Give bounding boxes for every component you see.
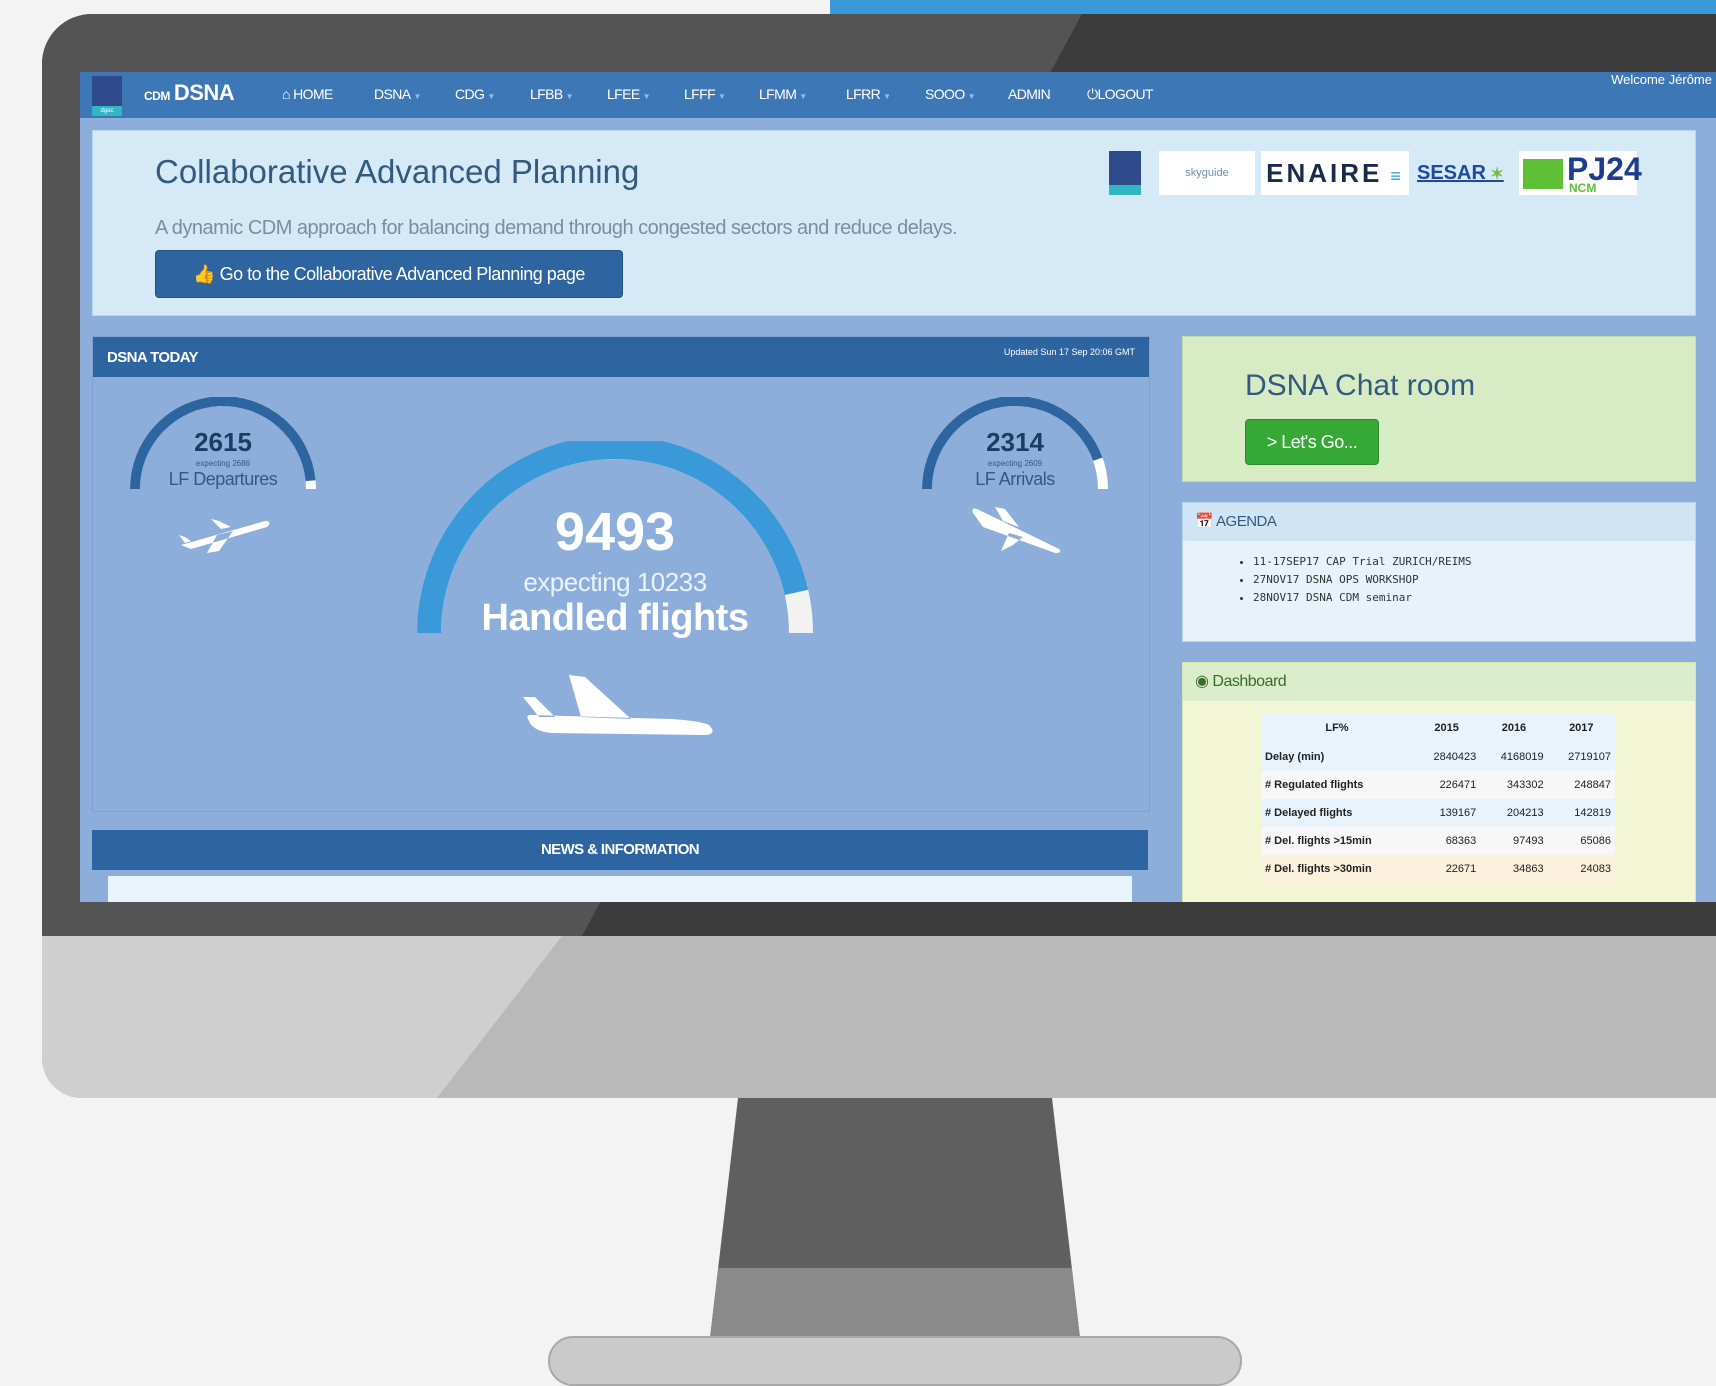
thumbs-up-icon: 👍 — [193, 264, 216, 284]
chevron-down-icon: ▼ — [883, 92, 891, 101]
sesar-logo: SESAR ✶ — [1417, 162, 1504, 184]
chat-room-title: DSNA Chat room — [1245, 369, 1476, 402]
banner-subtitle: A dynamic CDM approach for balancing dem… — [155, 217, 958, 239]
monitor-screen: dgac CDM DSNA ⌂ HOME DSNA ▼ CDG ▼ LFBB ▼ LFE… — [80, 72, 1716, 902]
nav-lfff[interactable]: LFFF ▼ — [684, 86, 726, 102]
dgac-partner-logo — [1109, 151, 1141, 195]
monitor-base — [548, 1336, 1242, 1386]
nav-lfee[interactable]: LFEE ▼ — [607, 86, 651, 102]
column-header: 2016 — [1480, 713, 1548, 743]
nav-cdg[interactable]: CDG ▼ — [455, 86, 495, 102]
departures-gauge: 2615 expecting 2686 LF Departures — [123, 396, 323, 517]
arrivals-gauge: 2314 expecting 2609 LF Arrivals — [915, 396, 1115, 517]
nav-lfmm[interactable]: LFMM ▼ — [759, 86, 807, 102]
chevron-down-icon: ▼ — [487, 92, 495, 101]
top-navbar: dgac CDM DSNA ⌂ HOME DSNA ▼ CDG ▼ LFBB ▼ LFE… — [80, 72, 1716, 118]
background-stripe — [830, 0, 1716, 14]
news-list — [108, 876, 1132, 902]
welcome-user[interactable]: Welcome Jérôme — [1611, 72, 1712, 87]
handled-plane-icon — [523, 675, 713, 735]
nav-logout[interactable]: ⏻LOGOUT — [1087, 86, 1154, 103]
nav-lfbb[interactable]: LFBB ▼ — [530, 86, 574, 102]
chevron-down-icon: ▼ — [967, 92, 976, 101]
dashboard-icon: ◉ — [1195, 673, 1209, 690]
chevron-down-icon: ▼ — [413, 92, 422, 101]
brand-link[interactable]: CDM DSNA — [144, 80, 235, 106]
column-header: 2017 — [1547, 713, 1615, 743]
chevron-down-icon: ▼ — [799, 92, 807, 101]
nav-admin[interactable]: ADMIN — [1008, 86, 1051, 102]
chat-room-panel: DSNA Chat room > Let's Go... — [1182, 336, 1696, 482]
agenda-item: 27NOV17 DSNA OPS WORKSHOP — [1253, 571, 1695, 589]
home-icon: ⌂ — [282, 86, 290, 102]
column-header: LF% — [1261, 713, 1413, 743]
table-row: # Del. flights >15min 68363 97493 65086 — [1261, 827, 1615, 855]
arrival-plane-icon — [972, 507, 1061, 553]
dashboard-panel: ◉ Dashboard LF% 2015 2016 2017 Delay (mi… — [1182, 662, 1696, 902]
monitor-stand — [710, 1098, 1080, 1338]
table-row: # Delayed flights 139167 204213 142819 — [1261, 799, 1615, 827]
agenda-list: 11-17SEP17 CAP Trial ZURICH/REIMS 27NOV1… — [1183, 553, 1695, 607]
news-header: NEWS & INFORMATION — [92, 830, 1148, 870]
dashboard-table: LF% 2015 2016 2017 Delay (min) 2840423 4… — [1261, 713, 1615, 883]
news-panel: NEWS & INFORMATION — [92, 830, 1148, 902]
dashboard-header: ◉ Dashboard — [1183, 663, 1695, 701]
column-header: 2015 — [1412, 713, 1481, 743]
lets-go-button[interactable]: > Let's Go... — [1245, 419, 1379, 465]
agenda-item: 11-17SEP17 CAP Trial ZURICH/REIMS — [1253, 553, 1695, 571]
enaire-logo: ENAIRE ≡ — [1261, 151, 1409, 195]
cap-page-button[interactable]: 👍 Go to the Collaborative Advanced Plann… — [155, 250, 623, 298]
chevron-down-icon: ▼ — [565, 92, 574, 101]
nav-home[interactable]: ⌂ HOME — [282, 86, 333, 102]
nav-dsna[interactable]: DSNA ▼ — [374, 86, 421, 102]
handled-flights-gauge: 9493 expecting 10233 Handled flights — [415, 435, 815, 651]
table-row: # Regulated flights 226471 343302 248847 — [1261, 771, 1615, 799]
dsna-today-panel: DSNA TODAY Updated Sun 17 Sep 20:06 GMT … — [92, 336, 1150, 812]
agenda-item: 28NOV17 DSNA CDM seminar — [1253, 589, 1695, 607]
skyguide-logo: skyguide — [1159, 151, 1255, 195]
table-row: # Del. flights >30min 22671 34863 24083 — [1261, 855, 1615, 883]
monitor-chin — [42, 936, 1716, 1098]
table-header-row: LF% 2015 2016 2017 — [1261, 713, 1615, 743]
calendar-icon: 📅 — [1195, 513, 1214, 530]
departure-plane-icon — [179, 519, 270, 553]
nav-sooo[interactable]: SOOO ▼ — [925, 86, 976, 102]
table-row: Delay (min) 2840423 4168019 2719107 — [1261, 743, 1615, 771]
agenda-panel: 📅 AGENDA 11-17SEP17 CAP Trial ZURICH/REI… — [1182, 502, 1696, 642]
banner-title: Collaborative Advanced Planning — [155, 153, 640, 190]
chevron-down-icon: ▼ — [718, 92, 726, 101]
dgac-logo[interactable]: dgac — [92, 76, 122, 116]
agenda-header: 📅 AGENDA — [1183, 503, 1695, 541]
power-icon: ⏻ — [1087, 86, 1098, 102]
cap-banner: Collaborative Advanced Planning A dynami… — [92, 130, 1696, 316]
pj24-logo: PJ24 NCM — [1519, 151, 1642, 195]
updated-timestamp: Updated Sun 17 Sep 20:06 GMT — [1003, 347, 1135, 357]
nav-lfrr[interactable]: LFRR ▼ — [846, 86, 891, 102]
chevron-down-icon: ▼ — [642, 92, 651, 101]
dsna-today-header: DSNA TODAY Updated Sun 17 Sep 20:06 GMT — [93, 337, 1149, 377]
